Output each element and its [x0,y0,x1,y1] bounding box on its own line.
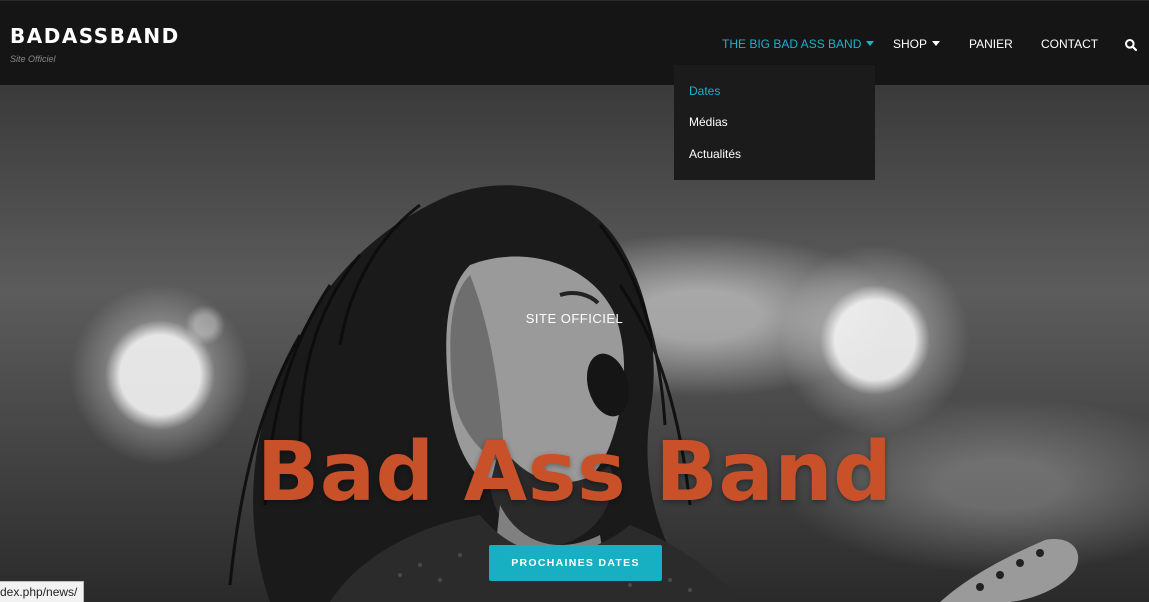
hero-section [0,85,1149,602]
nav-item-label: CONTACT [1041,37,1099,51]
dropdown-item-dates[interactable]: Dates [689,84,720,98]
band-dropdown-menu: Dates Médias Actualités [674,65,875,180]
nav-item-panier[interactable]: PANIER [969,37,1013,51]
singer-photo [228,185,1079,602]
hero-title: Bad Ass Band [256,425,893,520]
hero-subtitle: SITE OFFICIEL [525,311,624,326]
dropdown-item-medias[interactable]: Médias [689,115,728,129]
site-tagline: Site Officiel [10,54,56,64]
site-header: BADASSBAND Site Officiel THE BIG BAD ASS… [0,0,1149,85]
dropdown-item-actualites[interactable]: Actualités [689,147,741,161]
site-logo[interactable]: BADASSBAND [10,24,180,48]
nav-item-contact[interactable]: CONTACT [1041,37,1098,51]
status-bar-url: dex.php/news/ [0,581,85,602]
nav-item-shop[interactable]: SHOP [893,37,941,51]
caret-down-icon [932,41,941,47]
nav-item-band[interactable]: THE BIG BAD ASS BAND [722,37,875,51]
page: BADASSBAND Site Officiel THE BIG BAD ASS… [0,0,1149,602]
nav-item-label: PANIER [969,37,1013,51]
caret-down-icon [866,41,875,47]
nav-item-label: SHOP [893,37,928,51]
nav-item-label: THE BIG BAD ASS BAND [722,37,862,51]
search-icon[interactable] [1124,38,1138,52]
upcoming-dates-button[interactable]: PROCHAINES DATES [489,545,662,581]
